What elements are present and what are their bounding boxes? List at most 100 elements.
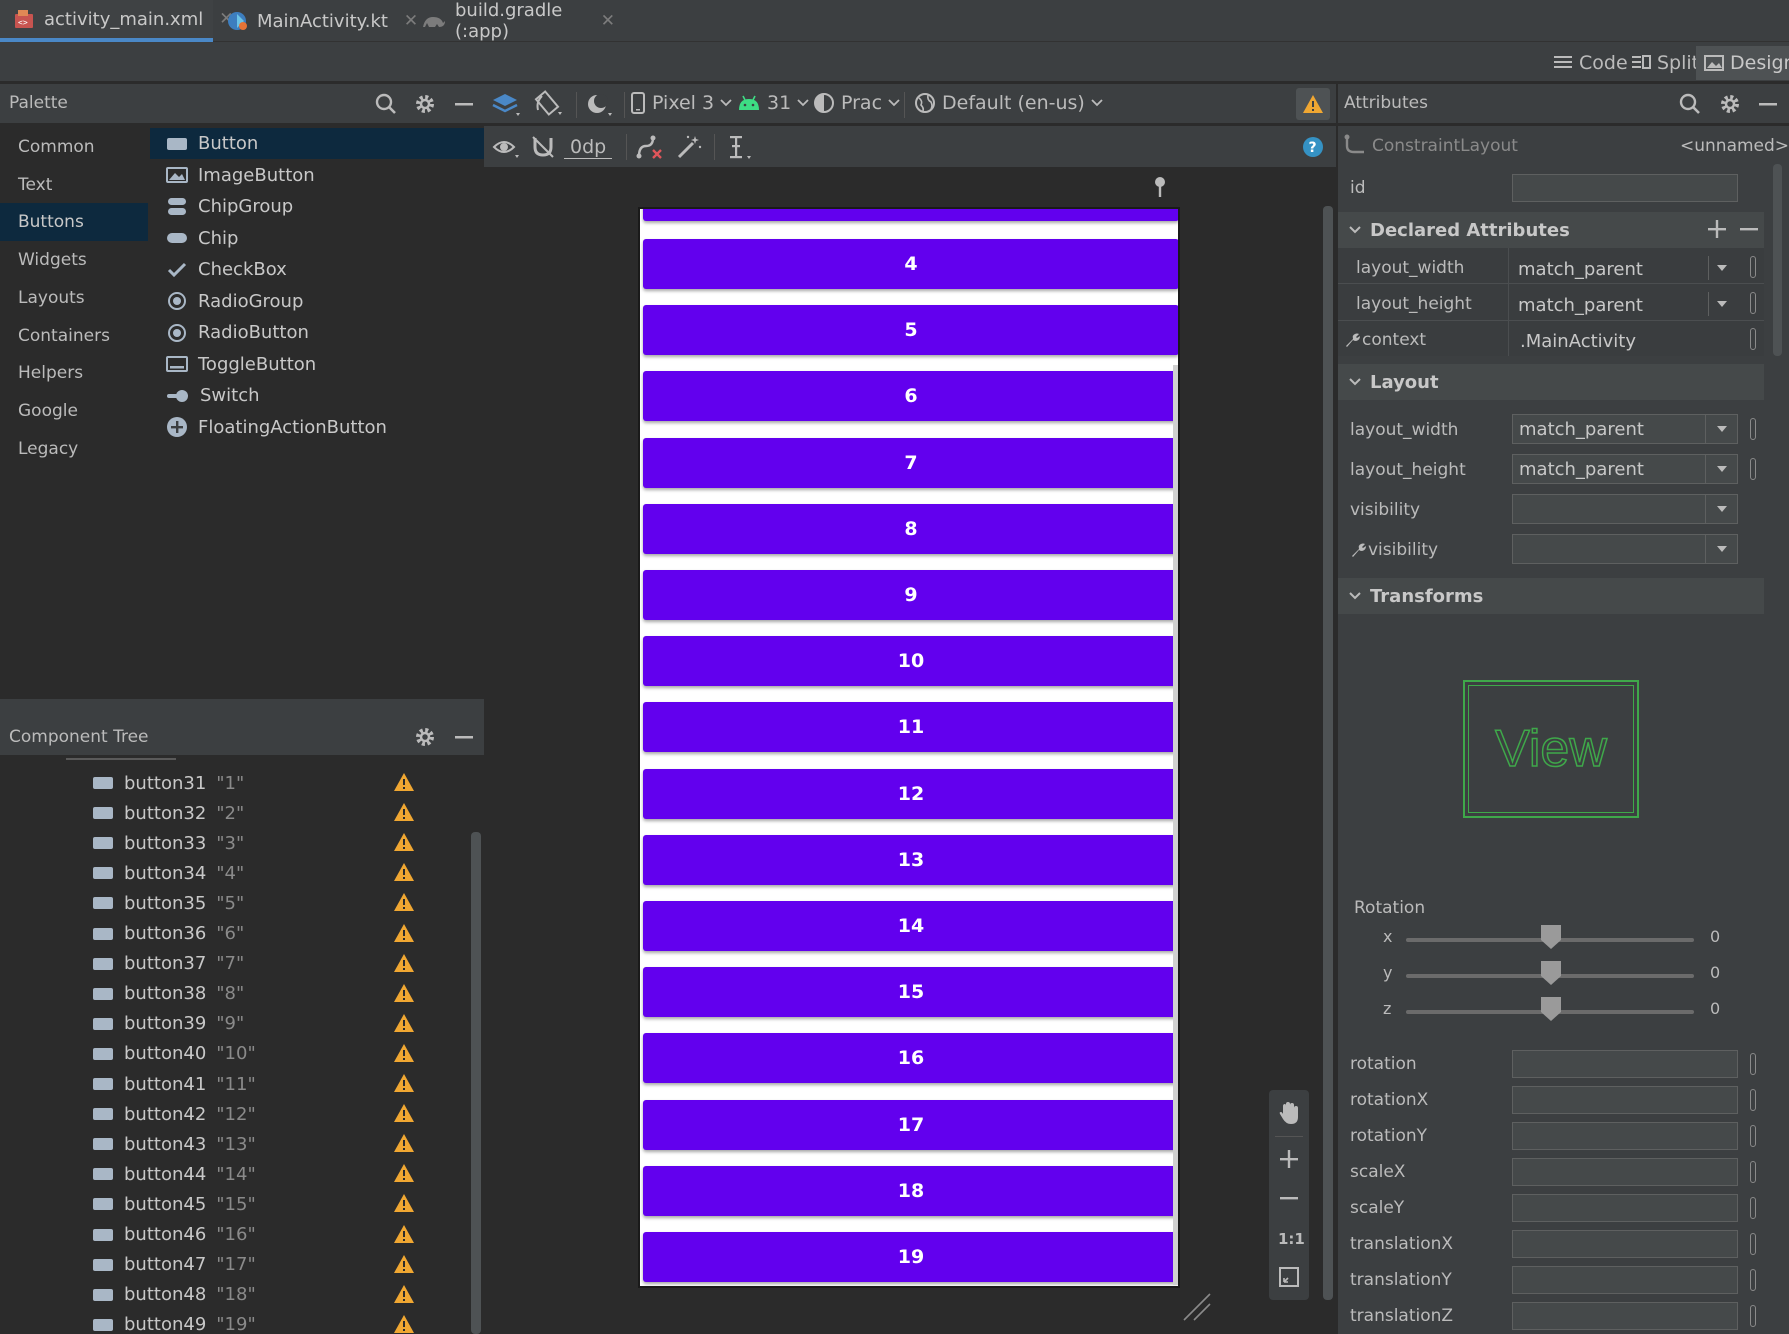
resource-picker-button[interactable]	[1750, 256, 1756, 278]
device-scrollbar[interactable]	[1173, 365, 1178, 1285]
palette-item-button[interactable]: Button	[150, 128, 484, 159]
clear-constraints-icon[interactable]	[636, 134, 664, 160]
gear-icon[interactable]	[413, 92, 437, 116]
device-button-15[interactable]: 15	[643, 967, 1178, 1018]
search-icon[interactable]	[374, 92, 398, 116]
slider-thumb-icon[interactable]	[1540, 960, 1562, 986]
warning-icon[interactable]	[393, 862, 415, 882]
tree-row-button39[interactable]: button39 "9"	[92, 1009, 244, 1039]
orientation-icon[interactable]	[534, 90, 564, 118]
palette-item-radiobutton[interactable]: RadioButton	[150, 317, 484, 348]
resource-picker-button[interactable]	[1750, 292, 1756, 314]
transforms-section[interactable]: Transforms	[1338, 578, 1764, 614]
device-button-9[interactable]: 9	[643, 570, 1178, 620]
pan-hand-icon[interactable]	[1277, 1100, 1301, 1126]
warning-icon[interactable]	[393, 1193, 415, 1213]
night-mode-icon[interactable]	[584, 91, 614, 119]
device-button-partial[interactable]	[643, 209, 1178, 221]
magnet-off-icon[interactable]	[530, 134, 556, 160]
resource-picker-button[interactable]	[1750, 458, 1756, 480]
dropdown-arrow-icon[interactable]	[1708, 292, 1734, 316]
palette-category-layouts[interactable]: Layouts	[0, 279, 148, 317]
warning-icon[interactable]	[393, 1103, 415, 1123]
resource-picker-button[interactable]	[1750, 328, 1756, 350]
eye-icon[interactable]	[492, 135, 522, 161]
zoom-out-icon[interactable]	[1278, 1187, 1300, 1209]
device-button-10[interactable]: 10	[643, 636, 1178, 687]
tree-row-button36[interactable]: button36 "6"	[92, 919, 244, 949]
layout-width-select[interactable]: match_parent	[1512, 414, 1738, 444]
device-button-7[interactable]: 7	[643, 437, 1178, 488]
declared-attributes-section[interactable]: Declared Attributes	[1338, 212, 1764, 248]
device-selector[interactable]: Pixel 3	[630, 92, 732, 114]
default-margin-selector[interactable]: 0dp	[564, 136, 613, 159]
add-attribute-icon[interactable]	[1706, 218, 1728, 240]
layout-height-select[interactable]: match_parent	[1512, 454, 1738, 484]
tree-row-button41[interactable]: button41 "11"	[92, 1069, 256, 1099]
warning-icon[interactable]	[393, 1254, 415, 1274]
translationy-input[interactable]	[1512, 1266, 1738, 1294]
palette-category-common[interactable]: Common	[0, 128, 148, 166]
tree-row-button38[interactable]: button38 "8"	[92, 979, 244, 1009]
device-button-11[interactable]: 11	[643, 702, 1178, 753]
warning-icon[interactable]	[393, 802, 415, 822]
zoom-one-to-one-button[interactable]: 1:1	[1278, 1230, 1305, 1248]
warning-icon[interactable]	[393, 772, 415, 792]
device-button-19[interactable]: 19	[643, 1232, 1178, 1282]
pin-icon[interactable]	[1152, 176, 1168, 198]
warning-icon[interactable]	[393, 1013, 415, 1033]
palette-category-helpers[interactable]: Helpers	[0, 354, 148, 392]
palette-category-containers[interactable]: Containers	[0, 317, 148, 355]
device-button-5[interactable]: 5	[643, 305, 1178, 356]
tree-row-button48[interactable]: button48 "18"	[92, 1280, 256, 1310]
tab-mainactivity-kt[interactable]: MainActivity.kt ✕	[213, 0, 418, 42]
design-mode-button[interactable]: Design	[1696, 46, 1789, 80]
declared-layout-width-value[interactable]: match_parent	[1518, 259, 1643, 280]
tree-row-button35[interactable]: button35 "5"	[92, 888, 244, 918]
layers-icon[interactable]	[492, 91, 522, 119]
palette-item-checkbox[interactable]: CheckBox	[150, 254, 484, 285]
scalex-input[interactable]	[1512, 1158, 1738, 1186]
resource-picker-button[interactable]	[1750, 1125, 1756, 1147]
device-button-13[interactable]: 13	[643, 834, 1178, 885]
tree-row-button45[interactable]: button45 "15"	[92, 1189, 256, 1219]
resource-picker-button[interactable]	[1750, 1305, 1756, 1327]
tree-row-button47[interactable]: button47 "17"	[92, 1250, 256, 1280]
warning-icon[interactable]	[393, 953, 415, 973]
palette-item-chip[interactable]: Chip	[150, 223, 484, 254]
tree-row-button44[interactable]: button44 "14"	[92, 1159, 256, 1189]
warning-icon[interactable]	[393, 1284, 415, 1304]
tree-row-button40[interactable]: button40 "10"	[92, 1039, 256, 1069]
layout-section[interactable]: Layout	[1338, 364, 1764, 400]
resource-picker-button[interactable]	[1750, 1197, 1756, 1219]
resize-handle-icon[interactable]	[1182, 1292, 1212, 1322]
warning-icon[interactable]	[393, 832, 415, 852]
help-icon[interactable]: ?	[1302, 136, 1324, 158]
slider-thumb-icon[interactable]	[1540, 924, 1562, 950]
tree-scrollbar[interactable]	[471, 832, 481, 1334]
dropdown-arrow-icon[interactable]	[1708, 256, 1734, 280]
warnings-button[interactable]	[1296, 88, 1330, 120]
palette-category-text[interactable]: Text	[0, 166, 148, 204]
translationx-input[interactable]	[1512, 1230, 1738, 1258]
palette-category-buttons[interactable]: Buttons	[0, 203, 148, 242]
tree-row-button49[interactable]: button49 "19"	[92, 1310, 256, 1334]
palette-item-switch[interactable]: Switch	[150, 380, 484, 411]
warning-icon[interactable]	[393, 1043, 415, 1063]
split-mode-button[interactable]: Split	[1623, 46, 1707, 80]
declared-context-value[interactable]: .MainActivity	[1520, 331, 1636, 352]
resource-picker-button[interactable]	[1750, 1161, 1756, 1183]
remove-attribute-icon[interactable]	[1738, 218, 1760, 240]
minimize-icon[interactable]	[452, 92, 476, 116]
search-icon[interactable]	[1678, 92, 1702, 116]
tab-build-gradle[interactable]: build.gradle (:app) ✕	[407, 0, 627, 42]
warning-icon[interactable]	[393, 923, 415, 943]
device-button-18[interactable]: 18	[643, 1165, 1178, 1216]
device-button-17[interactable]: 17	[643, 1099, 1178, 1150]
device-button-16[interactable]: 16	[643, 1033, 1178, 1084]
tree-row-button34[interactable]: button34 "4"	[92, 858, 244, 888]
palette-item-imagebutton[interactable]: ImageButton	[150, 160, 484, 191]
device-button-6[interactable]: 6	[643, 371, 1178, 422]
palette-item-togglebutton[interactable]: ToggleButton	[150, 349, 484, 380]
resource-picker-button[interactable]	[1750, 1089, 1756, 1111]
